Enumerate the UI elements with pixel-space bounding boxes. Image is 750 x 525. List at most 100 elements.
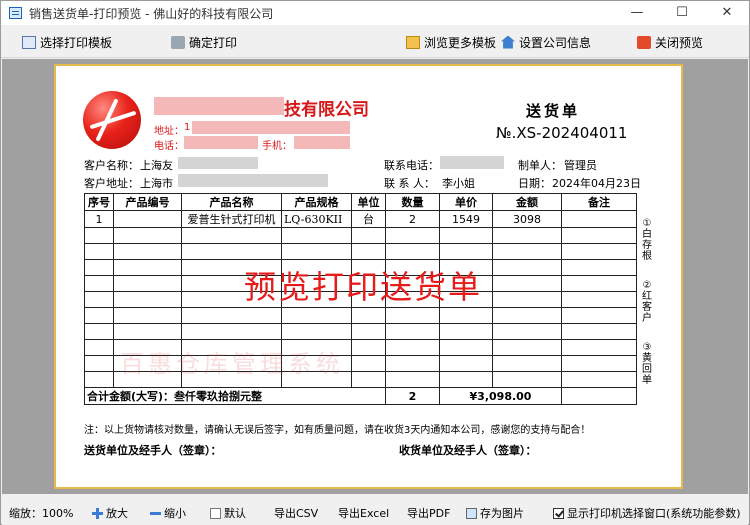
select-template-button[interactable]: 选择打印模板 [22,33,112,51]
export-csv-button[interactable]: 导出CSV [274,505,318,521]
total-quantity: 2 [385,387,440,405]
checkmark-icon [553,507,564,519]
table-cell: 1549 [439,210,493,228]
table-cell [113,210,182,228]
table-cell: 台 [351,210,386,228]
document-number: №.XS-202404011 [496,124,628,142]
plus-icon [92,507,103,519]
empty-row [84,323,637,340]
column-header: 产品编号 [113,193,182,211]
folder-icon [406,35,420,49]
app-window: 销售送货单-打印预览 - 佛山好的科技有限公司 — ☐ ✕ 选择打印模板 确定打… [0,0,750,525]
save-image-button[interactable]: 存为图片 [466,505,524,521]
template-icon [22,35,36,49]
delivery-note-page: 技有限公司 地址： 1 电话： 手机： 送货单 №.XS-202404011 客… [58,68,679,485]
column-header: 产品名称 [181,193,282,211]
customer-address-label: 客户地址： [84,177,139,190]
table-cell: LQ-630KII [281,210,352,228]
empty-row [84,307,637,324]
column-header: 备注 [561,193,637,211]
window-title: 销售送货单-打印预览 - 佛山好的科技有限公司 [29,7,274,21]
browse-templates-button[interactable]: 浏览更多模板 [406,33,496,51]
confirm-print-button[interactable]: 确定打印 [171,33,237,51]
paper-frame: 技有限公司 地址： 1 电话： 手机： 送货单 №.XS-202404011 客… [54,64,683,489]
column-header: 数量 [385,193,440,211]
document-title: 送货单 [526,102,581,120]
default-zoom-button[interactable]: 默认 [210,505,246,521]
table-row: 1 爱普生针式打印机 LQ-630KII 台 2 1549 3098 [84,210,637,228]
redacted-phone [184,136,258,149]
total-row: 合计金额(大写)：叁仟零玖拾捌元整 2 ¥3,098.00 [84,387,637,405]
preview-watermark: 预览打印送货单 [244,268,483,306]
contact-value: 李小姐 [442,177,475,190]
column-header: 金额 [492,193,562,211]
default-zoom-label: 默认 [224,507,246,520]
maker-value: 管理员 [564,159,597,172]
total-amount-words: 合计金额(大写)：叁仟零玖拾捌元整 [84,387,386,405]
minimize-button[interactable]: — [615,1,659,25]
table-cell: 2 [385,210,440,228]
column-header: 单位 [351,193,386,211]
date-value: 2024年04月23日 [552,177,641,190]
column-header: 序号 [84,193,114,211]
company-logo-globe [83,91,141,149]
minus-icon [150,507,161,519]
close-preview-button[interactable]: 关闭预览 [637,33,703,51]
table-header-row: 序号 产品编号 产品名称 产品规格 单位 数量 单价 金额 备注 [84,193,637,211]
confirm-print-label: 确定打印 [189,35,238,50]
table-cell: 3098 [492,210,562,228]
empty-row [84,227,637,244]
document-icon [210,507,221,519]
export-excel-button[interactable]: 导出Excel [338,505,389,521]
delivery-note-text: 注：以上货物请核对数量，请确认无误后签字，如有质量问题，请在收货3天内通知本公司… [84,425,591,436]
mobile-label: 手机： [262,141,292,152]
address-label: 地址： [154,126,184,137]
copy-red-note: ②红客户 [642,280,652,324]
show-printer-dialog-label: 显示打印机选择窗口(系统功能参数) [567,507,741,520]
export-pdf-button[interactable]: 导出PDF [407,505,450,521]
system-watermark: 百惠仓库管理系统 [120,350,344,378]
customer-phone-label: 联系电话： [384,159,439,172]
receiver-signature: 收货单位及经手人（签章）： [399,444,537,457]
set-company-label: 设置公司信息 [519,35,592,50]
save-image-label: 存为图片 [480,507,524,520]
redacted-mobile [294,136,350,149]
empty-row [84,243,637,260]
set-company-button[interactable]: 设置公司信息 [501,33,591,51]
table-cell: 1 [84,210,114,228]
address-value: 1 [184,122,191,133]
zoom-out-label: 缩小 [164,507,186,520]
column-header: 单价 [439,193,493,211]
customer-name-value: 上海友 [140,159,173,172]
image-icon [466,507,477,519]
redacted-customer-name [178,157,258,169]
title-bar: 销售送货单-打印预览 - 佛山好的科技有限公司 — ☐ ✕ [1,1,749,25]
company-name-suffix: 技有限公司 [284,100,369,120]
maker-label: 制单人： [518,159,562,172]
sender-signature: 送货单位及经手人（签章）： [84,444,222,457]
zoom-level: 缩放：100% [9,507,74,520]
printer-icon [171,35,185,49]
close-preview-label: 关闭预览 [655,35,704,50]
browse-templates-label: 浏览更多模板 [424,35,497,50]
zoom-out-button[interactable]: 缩小 [150,505,186,521]
table-cell [561,210,637,228]
app-icon [9,7,22,19]
customer-name-label: 客户名称： [84,159,139,172]
contact-label: 联 系 人： [384,177,435,190]
redacted-company-name [154,97,284,115]
close-window-button[interactable]: ✕ [705,1,749,25]
zoom-in-button[interactable]: 放大 [92,505,128,521]
redacted-customer-address [178,174,328,187]
redacted-address [192,121,350,134]
copy-yellow-note: ③黄回单 [642,342,652,386]
total-amount: ¥3,098.00 [439,387,562,405]
redacted-customer-phone [440,156,504,169]
maximize-button[interactable]: ☐ [660,1,704,25]
status-bar: 缩放：100% 放大 缩小 默认 导出CSV 导出Excel 导出PDF 存为图… [2,497,748,525]
toolbar: 选择打印模板 确定打印 浏览更多模板 设置公司信息 关闭预览 [1,25,749,58]
column-header: 产品规格 [281,193,352,211]
show-printer-dialog-checkbox[interactable]: 显示打印机选择窗口(系统功能参数) [553,505,741,521]
home-icon [501,35,515,49]
table-cell: 爱普生针式打印机 [181,210,282,228]
